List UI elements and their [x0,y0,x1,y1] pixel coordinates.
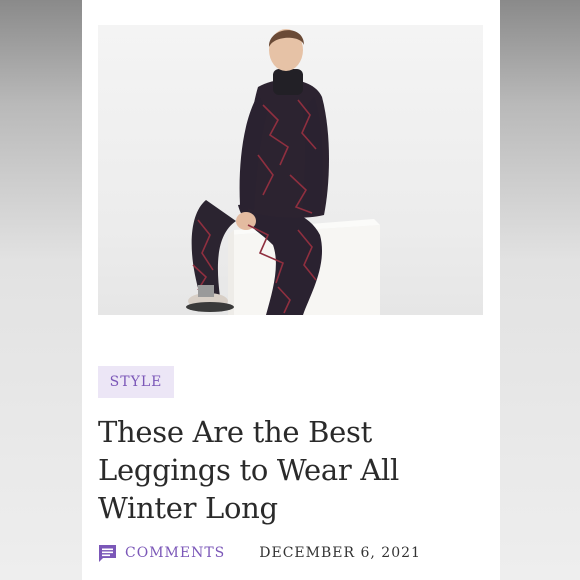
article-title[interactable]: These Are the Best Leggings to Wear All … [98,413,488,527]
publish-date: DECEMBER 6, 2021 [259,545,421,561]
category-label: STYLE [109,374,163,390]
article-meta: COMMENTS DECEMBER 6, 2021 [98,542,421,564]
article-hero-image[interactable] [98,25,483,315]
category-tag[interactable]: STYLE [98,366,174,398]
right-backdrop [500,0,580,580]
comments-link[interactable]: COMMENTS [125,545,225,561]
model-photo [186,29,380,315]
left-backdrop [0,0,82,580]
article-card[interactable]: STYLE These Are the Best Leggings to Wea… [82,0,500,580]
comment-icon[interactable] [98,544,117,563]
